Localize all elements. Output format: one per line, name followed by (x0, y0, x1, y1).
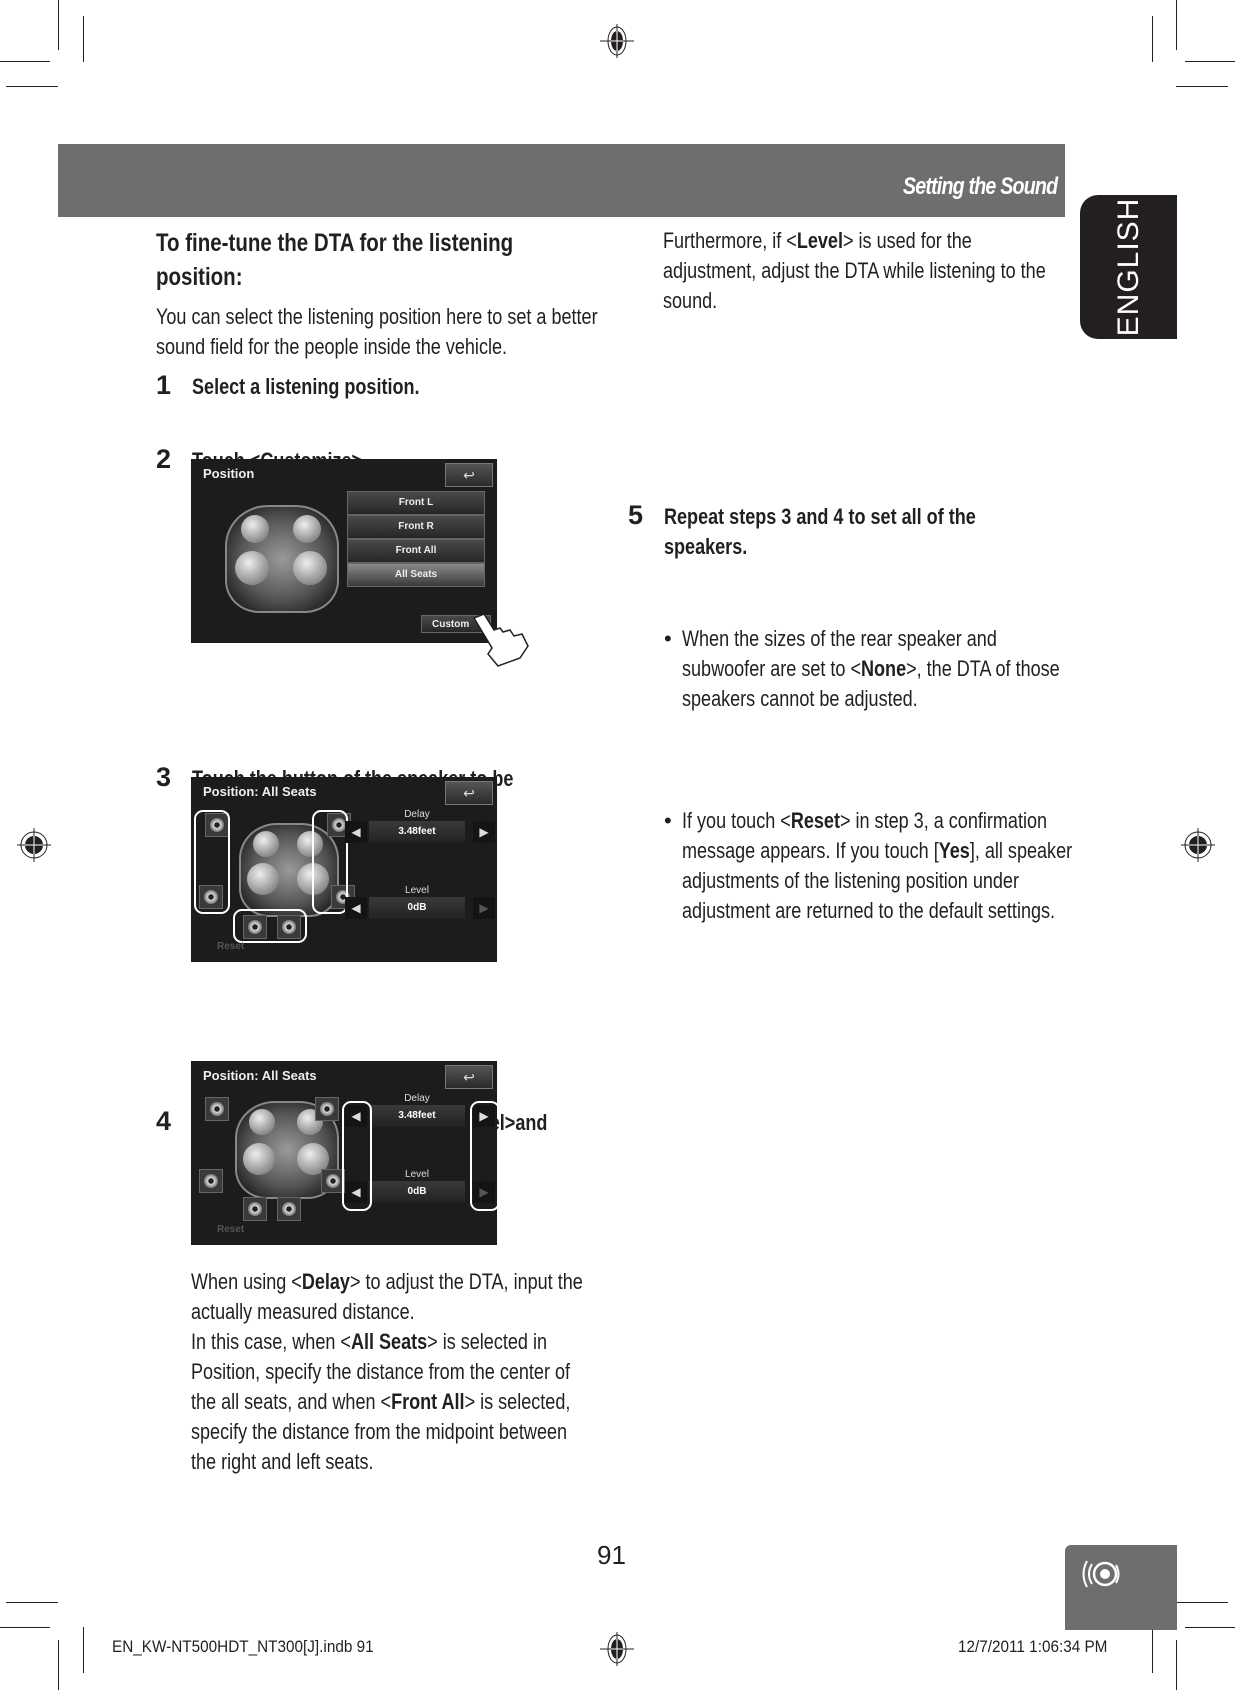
seat (293, 551, 327, 585)
step-1: 1 Select a listening position. (156, 370, 420, 400)
screen-title: Position: All Seats (203, 784, 317, 799)
crop-mark (83, 16, 84, 62)
delay-value: 3.48feet (369, 821, 465, 843)
crop-mark (1176, 0, 1177, 50)
highlight-callout (342, 1101, 372, 1211)
level-value: 0dB (369, 1181, 465, 1203)
section-title: Setting the Sound (902, 173, 1058, 200)
crop-mark (0, 61, 50, 62)
crop-mark (1185, 1627, 1235, 1628)
back-button[interactable]: ↩ (445, 463, 493, 487)
position-screen: Position ↩ Front L Front R Front All All… (191, 459, 497, 643)
highlight-callout (194, 810, 230, 914)
speaker-icon (210, 1102, 224, 1116)
crop-mark (1176, 86, 1228, 87)
crop-mark (6, 86, 58, 87)
front-all-button[interactable]: Front All (347, 539, 485, 563)
section-heading: To fine-tune the DTA for the listening p… (156, 229, 514, 291)
speaker-icon (204, 1174, 218, 1188)
registration-mark-icon (600, 24, 634, 58)
crop-mark (1176, 1640, 1177, 1690)
all-seats-screen-arrows: Position: All Seats ↩ Delay ◀ 3.48feet ▶… (191, 1061, 497, 1245)
left-column: To fine-tune the DTA for the listening p… (156, 226, 598, 362)
delay-note: When using <Delay> to adjust the DTA, in… (191, 1269, 583, 1474)
reset-button[interactable]: Reset (195, 938, 291, 956)
sound-speaker-icon (1082, 1560, 1120, 1588)
level-label: Level (405, 885, 429, 896)
delay-increase-button[interactable]: ▶ (473, 821, 495, 843)
reset-button[interactable]: Reset (195, 1221, 291, 1239)
intro-paragraph: You can select the listening position he… (156, 304, 598, 359)
delay-value: 3.48feet (369, 1105, 465, 1127)
delay-decrease-button[interactable]: ◀ (345, 821, 367, 843)
front-r-button[interactable]: Front R (347, 515, 485, 539)
rear-left-speaker-button[interactable] (199, 1169, 223, 1193)
bullet-reset-note: If you touch <Reset> in step 3, a confir… (664, 806, 1102, 926)
all-seats-screen-speakers: Position: All Seats ↩ Delay ◀ 3.48feet ▶… (191, 777, 497, 962)
seat (243, 1143, 275, 1175)
footer-file-name: EN_KW-NT500HDT_NT300[J].indb 91 (112, 1637, 374, 1656)
subwoofer-right-button[interactable] (277, 1197, 301, 1221)
all-seats-button[interactable]: All Seats (347, 563, 485, 587)
seat (247, 863, 279, 895)
pointing-hand-icon (472, 614, 529, 667)
crop-mark (1185, 61, 1235, 62)
seat (235, 551, 269, 585)
registration-mark-icon (17, 828, 51, 862)
subwoofer-left-button[interactable] (243, 1197, 267, 1221)
front-left-speaker-button[interactable] (205, 1097, 229, 1121)
back-button[interactable]: ↩ (445, 781, 493, 805)
front-l-button[interactable]: Front L (347, 491, 485, 515)
highlight-callout (312, 810, 348, 914)
section-icon-tab (1065, 1545, 1177, 1630)
crop-mark (83, 1627, 84, 1673)
crop-mark (6, 1602, 58, 1603)
crop-mark (58, 0, 59, 50)
back-arrow-icon: ↩ (463, 1069, 475, 1085)
section-header-band: Setting the Sound (58, 144, 1065, 217)
level-increase-button[interactable]: ▶ (473, 897, 495, 919)
back-arrow-icon: ↩ (463, 467, 475, 483)
delay-label: Delay (404, 809, 430, 820)
level-note: Furthermore, if <Level> is used for the … (663, 228, 1046, 313)
crop-mark (1152, 1627, 1153, 1673)
subwoofer-icon (282, 1202, 296, 1216)
registration-mark-icon (600, 1632, 634, 1666)
language-tab: ENGLISH (1080, 195, 1177, 339)
crop-mark (0, 1627, 50, 1628)
page-number: 91 (597, 1540, 626, 1570)
footer-date-time: 12/7/2011 1:06:34 PM (958, 1637, 1108, 1656)
subwoofer-icon (248, 1202, 262, 1216)
back-arrow-icon: ↩ (463, 785, 475, 801)
screen-title: Position: All Seats (203, 1068, 317, 1083)
seat (241, 515, 269, 543)
seat (249, 1109, 275, 1135)
bullet-none-note: When the sizes of the rear speaker and s… (664, 624, 1102, 714)
car-seat-diagram (225, 505, 339, 613)
registration-mark-icon (1181, 828, 1215, 862)
speaker-icon (326, 1174, 340, 1188)
screen-title: Position (203, 466, 255, 481)
speaker-icon (320, 1102, 334, 1116)
highlight-callout (470, 1101, 497, 1211)
level-value: 0dB (369, 897, 465, 919)
seat (253, 831, 279, 857)
crop-mark (1176, 1602, 1228, 1603)
crop-mark (1152, 16, 1153, 62)
crop-mark (58, 1640, 59, 1690)
seat (293, 515, 321, 543)
language-tab-label: ENGLISH (1111, 197, 1145, 337)
front-right-speaker-button[interactable] (315, 1097, 339, 1121)
delay-label: Delay (404, 1093, 430, 1104)
level-label: Level (405, 1169, 429, 1180)
step-5: 5 Repeat steps 3 and 4 to set all of the… (628, 500, 976, 559)
back-button[interactable]: ↩ (445, 1065, 493, 1089)
level-decrease-button[interactable]: ◀ (345, 897, 367, 919)
